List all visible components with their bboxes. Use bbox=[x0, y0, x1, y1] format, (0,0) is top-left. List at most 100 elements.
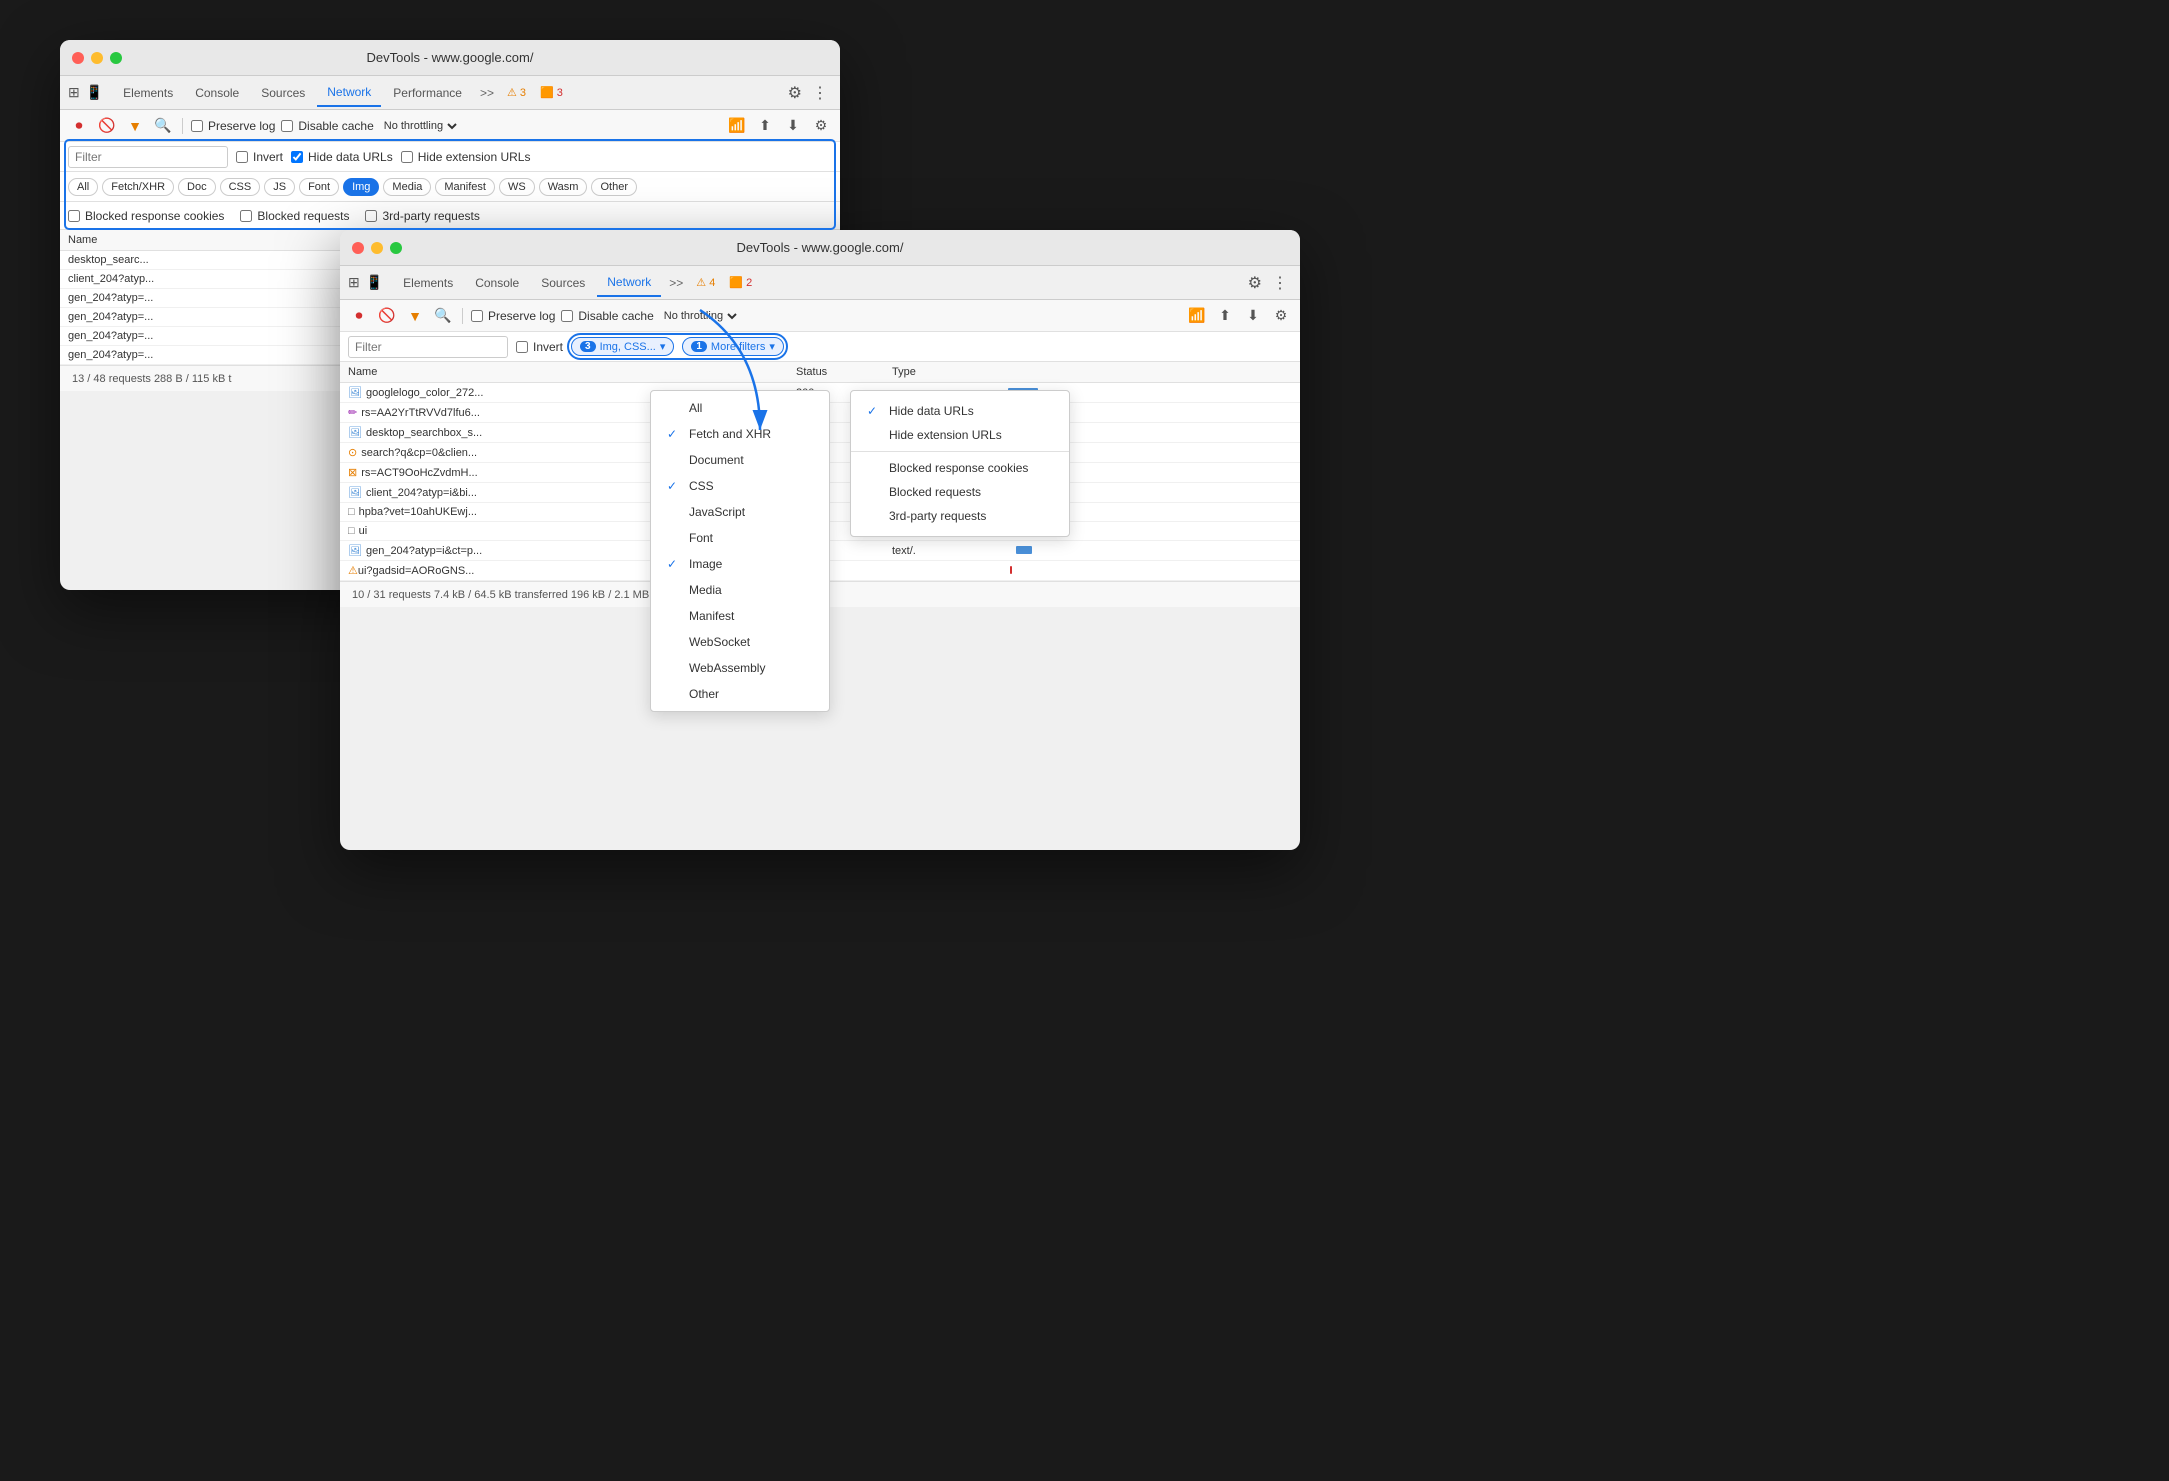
hide-data-urls-checkbox-1[interactable] bbox=[291, 151, 303, 163]
preserve-log-label-2[interactable]: Preserve log bbox=[471, 309, 555, 323]
more-filters-button[interactable]: 1 More filters ▾ bbox=[682, 337, 784, 356]
more-filter-blocked-requests[interactable]: Blocked requests bbox=[851, 480, 1069, 504]
tab-sources-1[interactable]: Sources bbox=[251, 80, 315, 106]
inspect-icon-2[interactable]: ⊞ bbox=[348, 274, 360, 291]
throttle-select-1[interactable]: No throttling bbox=[380, 119, 460, 133]
upload-icon-1[interactable]: ⬆ bbox=[754, 115, 776, 137]
active-filter-button[interactable]: 3 Img, CSS... ▾ bbox=[571, 337, 674, 356]
tab-console-1[interactable]: Console bbox=[185, 80, 249, 106]
chip-doc-1[interactable]: Doc bbox=[178, 178, 216, 196]
clear-button-2[interactable]: 🚫 bbox=[376, 305, 398, 327]
more-options-button-1[interactable]: ⋮ bbox=[808, 79, 832, 107]
chip-css-1[interactable]: CSS bbox=[220, 178, 261, 196]
tabs-overflow-1[interactable]: >> bbox=[474, 86, 500, 100]
tab-performance-1[interactable]: Performance bbox=[383, 80, 472, 106]
record-button-2[interactable]: ⏺ bbox=[348, 305, 370, 327]
filter-toggle-1[interactable]: ▼ bbox=[124, 115, 146, 137]
tabs-overflow-2[interactable]: >> bbox=[663, 276, 689, 290]
col-timeline-2[interactable] bbox=[980, 362, 1300, 383]
device-icon-2[interactable]: 📱 bbox=[366, 274, 383, 291]
download-icon-1[interactable]: ⬇ bbox=[782, 115, 804, 137]
tab-elements-2[interactable]: Elements bbox=[393, 270, 463, 296]
blocked-cookies-label-1[interactable]: Blocked response cookies bbox=[68, 209, 224, 223]
hide-ext-urls-checkbox-1[interactable] bbox=[401, 151, 413, 163]
col-type-2[interactable]: Type bbox=[884, 362, 980, 383]
dropdown-font[interactable]: Font bbox=[651, 525, 829, 551]
more-filter-hide-ext[interactable]: Hide extension URLs bbox=[851, 423, 1069, 447]
settings-button-2[interactable]: ⚙ bbox=[1244, 269, 1266, 297]
settings-button-1[interactable]: ⚙ bbox=[784, 79, 806, 107]
disable-cache-checkbox-2[interactable] bbox=[561, 310, 573, 322]
maximize-button-2[interactable] bbox=[390, 242, 402, 254]
dropdown-javascript[interactable]: JavaScript bbox=[651, 499, 829, 525]
preserve-log-checkbox-1[interactable] bbox=[191, 120, 203, 132]
inspect-icon[interactable]: ⊞ bbox=[68, 84, 80, 101]
chip-wasm-1[interactable]: Wasm bbox=[539, 178, 588, 196]
search-button-1[interactable]: 🔍 bbox=[152, 115, 174, 137]
blocked-cookies-cb-1[interactable] bbox=[68, 210, 80, 222]
tab-console-2[interactable]: Console bbox=[465, 270, 529, 296]
invert-checkbox-1[interactable] bbox=[236, 151, 248, 163]
dropdown-manifest[interactable]: Manifest bbox=[651, 603, 829, 629]
more-filter-third-party[interactable]: 3rd-party requests bbox=[851, 504, 1069, 528]
close-button-2[interactable] bbox=[352, 242, 364, 254]
upload-icon-2[interactable]: ⬆ bbox=[1214, 305, 1236, 327]
disable-cache-label-1[interactable]: Disable cache bbox=[281, 119, 373, 133]
maximize-button-1[interactable] bbox=[110, 52, 122, 64]
dropdown-other[interactable]: Other bbox=[651, 681, 829, 707]
chip-fetch-xhr-1[interactable]: Fetch/XHR bbox=[102, 178, 174, 196]
more-options-button-2[interactable]: ⋮ bbox=[1268, 269, 1292, 297]
tab-network-2[interactable]: Network bbox=[597, 269, 661, 297]
blocked-requests-label-1[interactable]: Blocked requests bbox=[240, 209, 349, 223]
preserve-log-checkbox-2[interactable] bbox=[471, 310, 483, 322]
invert-label-2[interactable]: Invert bbox=[516, 340, 563, 354]
chip-manifest-1[interactable]: Manifest bbox=[435, 178, 495, 196]
dropdown-image[interactable]: ✓ Image bbox=[651, 551, 829, 577]
settings-network-2[interactable]: ⚙ bbox=[1270, 305, 1292, 327]
invert-label-1[interactable]: Invert bbox=[236, 150, 283, 164]
tab-elements-1[interactable]: Elements bbox=[113, 80, 183, 106]
clear-button-1[interactable]: 🚫 bbox=[96, 115, 118, 137]
col-name-2[interactable]: Name bbox=[340, 362, 788, 383]
disable-cache-label-2[interactable]: Disable cache bbox=[561, 309, 653, 323]
dropdown-document[interactable]: Document bbox=[651, 447, 829, 473]
record-button-1[interactable]: ⏺ bbox=[68, 115, 90, 137]
hide-ext-urls-label-1[interactable]: Hide extension URLs bbox=[401, 150, 531, 164]
settings-network-1[interactable]: ⚙ bbox=[810, 115, 832, 137]
minimize-button-2[interactable] bbox=[371, 242, 383, 254]
hide-data-urls-label-1[interactable]: Hide data URLs bbox=[291, 150, 393, 164]
third-party-label-1[interactable]: 3rd-party requests bbox=[365, 209, 479, 223]
chip-all-1[interactable]: All bbox=[68, 178, 98, 196]
tab-sources-2[interactable]: Sources bbox=[531, 270, 595, 296]
disable-cache-checkbox-1[interactable] bbox=[281, 120, 293, 132]
download-icon-2[interactable]: ⬇ bbox=[1242, 305, 1264, 327]
dropdown-css[interactable]: ✓ CSS bbox=[651, 473, 829, 499]
more-filter-hide-data[interactable]: ✓ Hide data URLs bbox=[851, 399, 1069, 423]
invert-checkbox-2[interactable] bbox=[516, 341, 528, 353]
wifi-icon-1[interactable]: 📶 bbox=[726, 115, 748, 137]
device-icon[interactable]: 📱 bbox=[86, 84, 103, 101]
wifi-icon-2[interactable]: 📶 bbox=[1186, 305, 1208, 327]
chip-js-1[interactable]: JS bbox=[264, 178, 295, 196]
throttle-select-2[interactable]: No throttling bbox=[660, 309, 740, 323]
chip-media-1[interactable]: Media bbox=[383, 178, 431, 196]
close-button-1[interactable] bbox=[72, 52, 84, 64]
dropdown-all[interactable]: All bbox=[651, 395, 829, 421]
chip-font-1[interactable]: Font bbox=[299, 178, 339, 196]
filter-input-2[interactable] bbox=[348, 336, 508, 358]
dropdown-webassembly[interactable]: WebAssembly bbox=[651, 655, 829, 681]
chip-ws-1[interactable]: WS bbox=[499, 178, 535, 196]
blocked-requests-cb-1[interactable] bbox=[240, 210, 252, 222]
preserve-log-label-1[interactable]: Preserve log bbox=[191, 119, 275, 133]
dropdown-websocket[interactable]: WebSocket bbox=[651, 629, 829, 655]
third-party-cb-1[interactable] bbox=[365, 210, 377, 222]
more-filter-blocked-cookies[interactable]: Blocked response cookies bbox=[851, 456, 1069, 480]
tab-network-1[interactable]: Network bbox=[317, 79, 381, 107]
filter-input-1[interactable] bbox=[68, 146, 228, 168]
search-button-2[interactable]: 🔍 bbox=[432, 305, 454, 327]
filter-toggle-2[interactable]: ▼ bbox=[404, 305, 426, 327]
dropdown-media[interactable]: Media bbox=[651, 577, 829, 603]
col-status-2[interactable]: Status bbox=[788, 362, 884, 383]
dropdown-fetch-xhr[interactable]: ✓ Fetch and XHR bbox=[651, 421, 829, 447]
chip-img-1[interactable]: Img bbox=[343, 178, 379, 196]
